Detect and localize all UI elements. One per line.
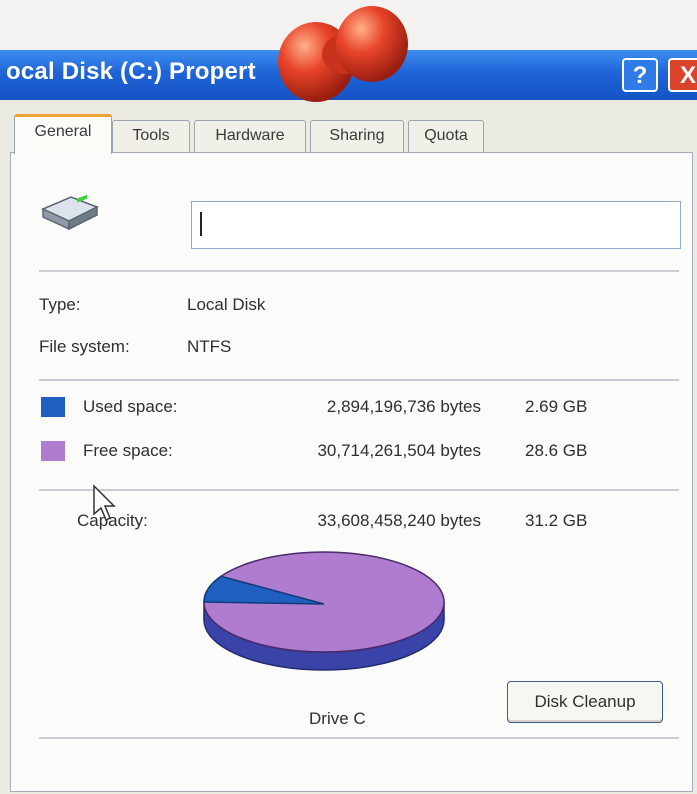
tab-general[interactable]: General	[14, 114, 112, 154]
drive-icon	[41, 194, 99, 231]
divider	[39, 489, 679, 491]
mouse-cursor-icon	[93, 484, 116, 522]
properties-dialog: General Tools Hardware Sharing Quota Typ…	[0, 100, 697, 794]
tab-quota[interactable]: Quota	[408, 120, 484, 152]
free-space-bytes: 30,714,261,504 bytes	[317, 441, 481, 460]
help-button[interactable]: ?	[622, 58, 658, 92]
pushpin-icon	[278, 6, 408, 102]
capacity-bytes: 33,608,458,240 bytes	[317, 511, 481, 530]
file-system-label: File system:	[39, 337, 130, 356]
free-space-swatch	[41, 441, 65, 461]
drive-label: Drive C	[309, 709, 366, 728]
file-system-value: NTFS	[187, 337, 232, 356]
close-button[interactable]: X	[668, 58, 697, 92]
tab-sharing[interactable]: Sharing	[310, 120, 404, 152]
type-value: Local Disk	[187, 295, 266, 314]
used-space-bytes: 2,894,196,736 bytes	[326, 397, 481, 416]
used-space-size: 2.69 GB	[525, 397, 588, 416]
window-title: ocal Disk (C:) Propert	[6, 58, 256, 85]
divider	[39, 737, 679, 739]
divider	[39, 379, 679, 381]
disk-cleanup-button[interactable]: Disk Cleanup	[507, 681, 663, 723]
drive-name-input[interactable]	[191, 201, 681, 249]
used-space-label: Used space:	[83, 397, 178, 416]
used-space-swatch	[41, 397, 65, 417]
capacity-size: 31.2 GB	[525, 511, 588, 530]
tab-tools[interactable]: Tools	[112, 120, 190, 152]
type-label: Type:	[39, 295, 81, 314]
disk-usage-pie-chart	[203, 551, 445, 671]
free-space-size: 28.6 GB	[525, 441, 588, 460]
divider	[39, 270, 679, 272]
text-caret	[200, 212, 202, 236]
free-space-label: Free space:	[83, 441, 173, 460]
tab-hardware[interactable]: Hardware	[194, 120, 306, 152]
general-panel: Type: Local Disk File system: NTFS Used …	[10, 152, 693, 792]
